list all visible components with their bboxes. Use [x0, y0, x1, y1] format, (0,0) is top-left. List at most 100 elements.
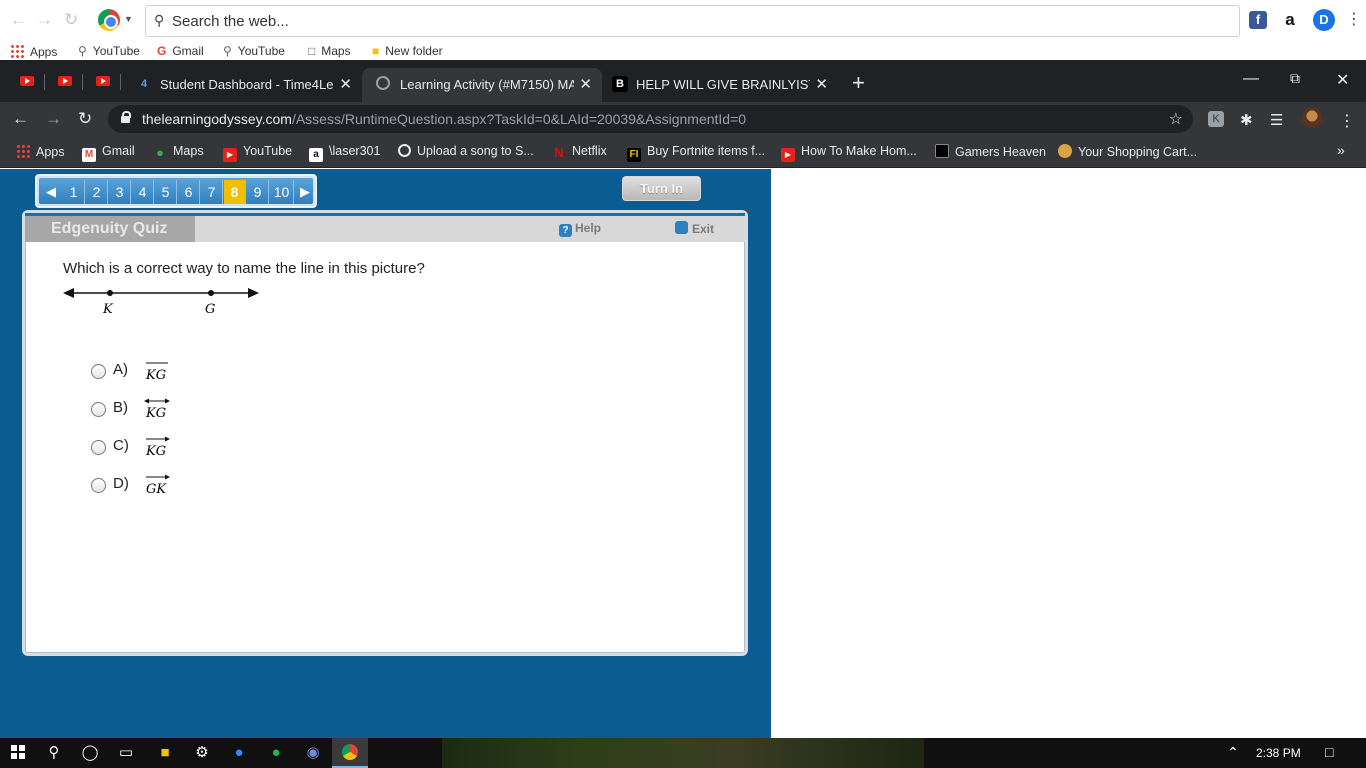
netflix-icon: N	[554, 145, 564, 160]
bookmark-star-icon[interactable]: ☆	[1169, 109, 1183, 129]
clock[interactable]: 2:38 PM	[1256, 746, 1301, 760]
outer-bookmark-youtube-2[interactable]: ⚲ YouTube	[223, 44, 285, 58]
back-icon[interactable]: ←	[12, 109, 29, 129]
point-k	[107, 290, 113, 296]
question-button-3[interactable]: 3	[109, 180, 131, 204]
cortana-icon[interactable]: ◯	[72, 738, 108, 768]
question-button-5[interactable]: 5	[155, 180, 177, 204]
spotify-icon[interactable]: ●	[258, 738, 294, 768]
youtube-tab-icon[interactable]	[20, 76, 34, 86]
profile-avatar[interactable]: D	[1313, 9, 1335, 31]
radio-button[interactable]	[91, 364, 106, 379]
outer-menu-icon[interactable]: ⋮	[1346, 9, 1362, 29]
search-icon: ⚲	[78, 44, 87, 58]
outer-bookmark-apps[interactable]: Apps	[10, 44, 57, 59]
question-button-2[interactable]: 2	[86, 180, 108, 204]
outer-search-input[interactable]: ⚲ Search the web...	[145, 5, 1240, 37]
more-bookmarks-icon[interactable]: »	[1337, 142, 1345, 158]
discord-icon[interactable]: ◉	[295, 738, 331, 768]
turn-in-button[interactable]: Turn In	[622, 176, 701, 201]
facebook-icon[interactable]: f	[1249, 11, 1267, 29]
radio-button[interactable]	[91, 440, 106, 455]
chevron-down-icon[interactable]: ▼	[124, 14, 133, 24]
next-question-arrow-icon[interactable]: ▶	[293, 180, 317, 204]
amazon-icon[interactable]: a	[1281, 11, 1299, 29]
folder-icon: ■	[372, 44, 380, 58]
address-bar[interactable]: thelearningodyssey.com/Assess/RuntimeQue…	[108, 105, 1193, 133]
bookmark-fortnite[interactable]: FI Buy Fortnite items f...	[627, 144, 765, 162]
extension-icon[interactable]: K	[1208, 111, 1224, 127]
search-icon[interactable]: ⚲	[36, 738, 72, 768]
line-figure: K G	[63, 288, 259, 317]
bookmark-maps[interactable]: ● Maps	[153, 144, 204, 160]
bookmark-laser301[interactable]: a \laser301	[309, 144, 380, 162]
bookmark-shopping-cart[interactable]: Your Shopping Cart...	[1058, 144, 1197, 159]
task-view-icon[interactable]: ▭	[108, 738, 144, 768]
outer-bookmark-new-folder[interactable]: ■ New folder	[372, 44, 443, 58]
chrome-icon	[342, 744, 358, 760]
restore-icon[interactable]: ⧉	[1290, 70, 1300, 87]
outer-bookmark-maps[interactable]: □ Maps	[308, 44, 351, 58]
notifications-icon[interactable]: □	[1325, 744, 1333, 760]
tab-divider	[120, 74, 121, 90]
bookmark-apps[interactable]: Apps	[16, 144, 65, 159]
radio-button[interactable]	[91, 402, 106, 417]
answer-c-text: KG	[145, 444, 166, 459]
outer-bookmark-youtube[interactable]: ⚲ YouTube	[78, 44, 140, 58]
new-tab-icon[interactable]: +	[852, 70, 865, 96]
youtube-tab-icon[interactable]	[58, 76, 72, 86]
minimize-icon[interactable]: —	[1243, 70, 1259, 88]
question-button-7[interactable]: 7	[201, 180, 223, 204]
question-button-9[interactable]: 9	[247, 180, 269, 204]
tab-student-dashboard[interactable]: 4 Student Dashboard - Time4Learning ✕	[122, 68, 362, 102]
profile-avatar-icon[interactable]	[1302, 108, 1322, 128]
bookmark-gamers-heaven[interactable]: Gamers Heaven	[935, 144, 1046, 159]
question-button-8-current[interactable]: 8	[224, 180, 246, 204]
show-hidden-icons-chevron-icon[interactable]: ⌃	[1227, 744, 1239, 761]
question-button-6[interactable]: 6	[178, 180, 200, 204]
tab-learning-activity[interactable]: Learning Activity (#M7150) MA7 ✕	[362, 68, 602, 102]
answer-a-text: KG	[145, 368, 166, 383]
question-navigator: ◀ 1 2 3 4 5 6 7 8 9 10 ▶	[35, 174, 317, 208]
zoom-icon[interactable]: ●	[221, 738, 257, 768]
bookmark-youtube[interactable]: ▶ YouTube	[223, 144, 292, 162]
chrome-taskbar-icon[interactable]	[332, 738, 368, 768]
previous-question-arrow-icon[interactable]: ◀	[39, 180, 63, 204]
answer-b-text: KG	[145, 406, 166, 421]
quiz-title: Edgenuity Quiz	[25, 216, 195, 242]
start-icon[interactable]	[0, 738, 36, 768]
question-button-4[interactable]: 4	[132, 180, 154, 204]
ray-arrowhead	[165, 474, 170, 480]
forward-icon[interactable]: →	[45, 109, 62, 129]
question-button-10[interactable]: 10	[270, 180, 294, 204]
tab-divider	[44, 74, 45, 90]
puzzle-extensions-icon[interactable]: ✱	[1240, 111, 1253, 129]
reload-icon[interactable]: ↻	[78, 109, 92, 129]
settings-icon[interactable]: ⚙	[184, 738, 220, 768]
help-button[interactable]: ? Help	[559, 221, 601, 237]
close-tab-icon[interactable]: ✕	[579, 75, 592, 93]
bookmark-upload-song[interactable]: Upload a song to S...	[398, 144, 534, 158]
outer-back-icon[interactable]: ←	[10, 10, 27, 30]
chrome-menu-icon[interactable]: ⋮	[1339, 111, 1355, 131]
close-tab-icon[interactable]: ✕	[339, 75, 352, 93]
outer-forward-icon[interactable]: →	[36, 10, 53, 30]
youtube-tab-icon[interactable]	[96, 76, 110, 86]
question-button-1[interactable]: 1	[63, 180, 85, 204]
exit-button[interactable]: Exit	[675, 221, 714, 236]
close-tab-icon[interactable]: ✕	[815, 75, 828, 93]
bookmark-gmail[interactable]: M Gmail	[82, 144, 135, 162]
maps-pin-icon: ●	[156, 145, 164, 160]
outer-bookmarks-bar: Apps ⚲ YouTube G Gmail ⚲ YouTube □ Maps ■ New…	[0, 42, 1366, 60]
radio-button[interactable]	[91, 478, 106, 493]
chrome-logo-icon[interactable]	[98, 9, 120, 31]
bookmark-how-to-make[interactable]: ▶ How To Make Hom...	[781, 144, 917, 162]
address-toolbar: ← → ↻ thelearningodyssey.com/Assess/Runt…	[0, 102, 1366, 136]
tab-brainly[interactable]: B HELP WILL GIVE BRAINLYISTTTT ✕	[598, 68, 838, 102]
bookmark-netflix[interactable]: N Netflix	[552, 144, 606, 160]
file-explorer-icon[interactable]: ■	[147, 738, 183, 768]
outer-bookmark-gmail[interactable]: G Gmail	[157, 44, 204, 58]
outer-reload-icon[interactable]: ↻	[64, 10, 78, 30]
close-window-icon[interactable]: ✕	[1336, 70, 1349, 90]
media-control-icon[interactable]: ☰	[1270, 111, 1283, 129]
